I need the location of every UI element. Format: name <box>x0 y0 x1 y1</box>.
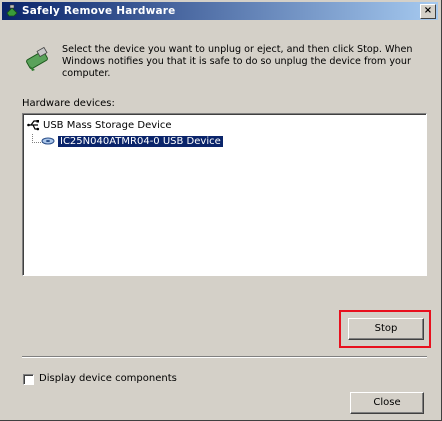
tree-item-label: USB Mass Storage Device <box>43 120 172 131</box>
safely-remove-hardware-icon <box>26 46 48 71</box>
hardware-eject-icon <box>6 4 18 17</box>
display-device-components-label[interactable]: Display device components <box>39 373 177 384</box>
close-button[interactable]: Close <box>350 392 424 414</box>
tree-item-usb-mass-storage[interactable]: USB Mass Storage Device <box>27 119 172 132</box>
usb-icon <box>27 120 40 131</box>
window-title: Safely Remove Hardware <box>22 5 176 17</box>
close-icon[interactable]: × <box>420 4 436 19</box>
stop-button[interactable]: Stop <box>348 318 424 340</box>
tree-item-label-selected: IC25N040ATMR04-0 USB Device <box>58 136 223 147</box>
hardware-devices-label: Hardware devices: <box>22 98 115 109</box>
display-device-components-checkbox[interactable] <box>23 374 34 385</box>
tree-item-usb-device[interactable]: IC25N040ATMR04-0 USB Device <box>41 135 223 148</box>
disk-drive-icon <box>41 137 55 145</box>
safely-remove-hardware-dialog: Safely Remove Hardware × Select the devi… <box>0 0 442 421</box>
instruction-text: Select the device you want to unplug or … <box>62 44 413 79</box>
separator <box>22 356 427 358</box>
title-bar[interactable]: Safely Remove Hardware × <box>2 2 438 20</box>
hardware-devices-tree[interactable]: USB Mass Storage Device IC25N040ATMR04-0… <box>22 113 427 276</box>
